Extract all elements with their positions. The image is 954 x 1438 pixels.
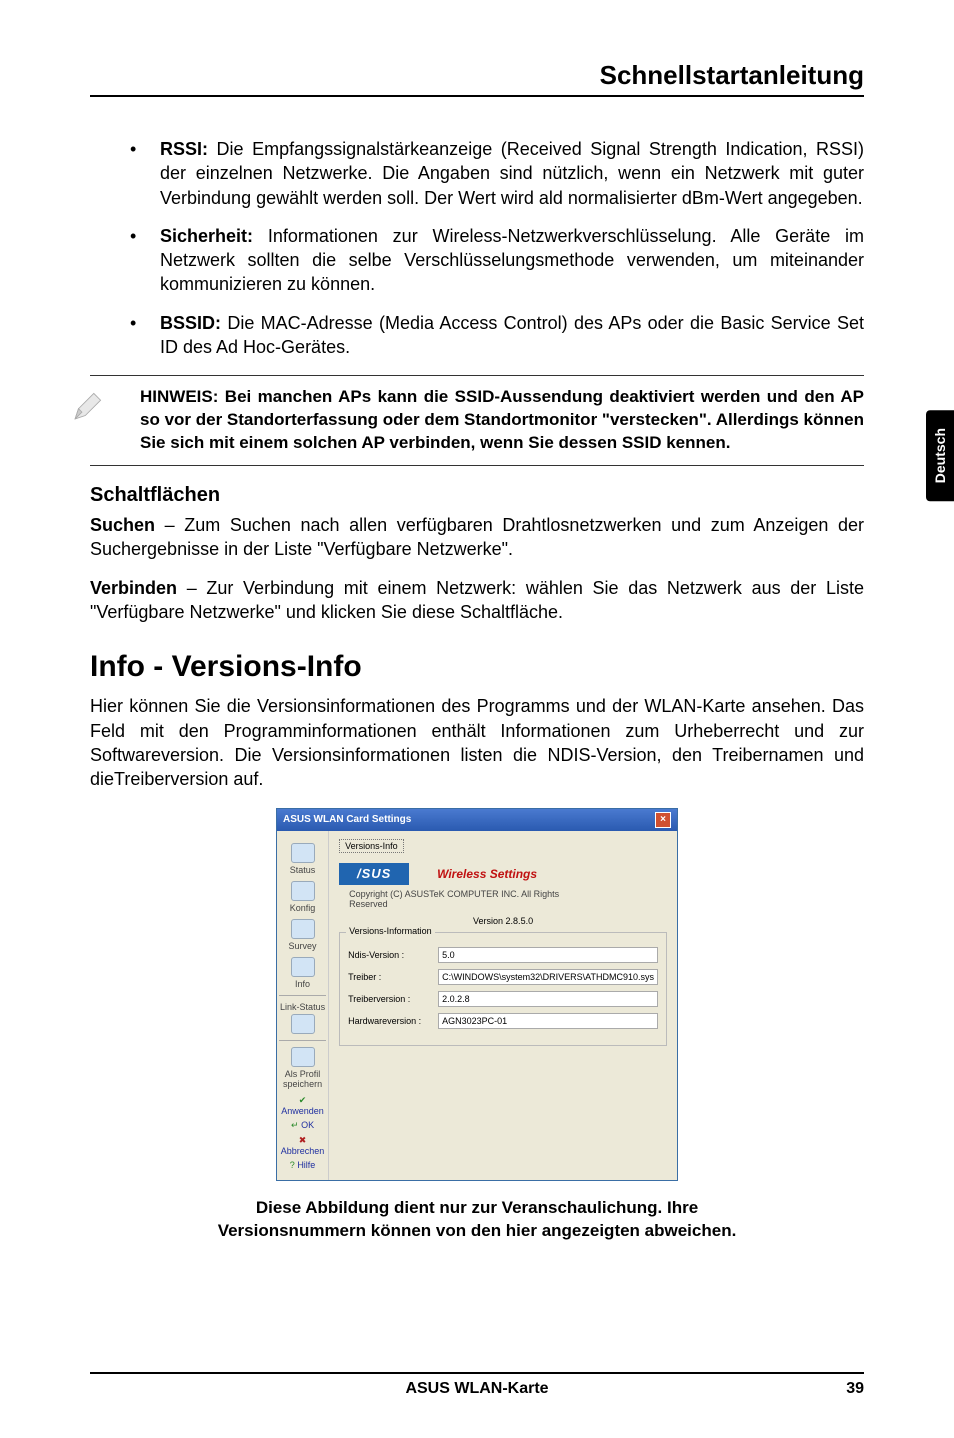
sidebar-item-konfig[interactable]: Konfig bbox=[279, 881, 326, 913]
field-value: 5.0 bbox=[438, 947, 658, 963]
group-versions-information: Versions-Information Ndis-Version : 5.0 … bbox=[339, 932, 667, 1046]
page-header-title: Schnellstartanleitung bbox=[90, 60, 864, 97]
copyright-line1: Copyright (C) ASUSTeK COMPUTER INC. All … bbox=[349, 889, 667, 900]
sidebar-label: Status bbox=[290, 865, 316, 875]
field-value: 2.0.2.8 bbox=[438, 991, 658, 1007]
field-label: Ndis-Version : bbox=[348, 950, 438, 960]
sidebar-item-saveprofile[interactable]: Als Profil speichern bbox=[279, 1047, 326, 1089]
sidebar-link-anwenden[interactable]: Anwenden bbox=[279, 1095, 326, 1116]
bullet-label: BSSID: bbox=[160, 313, 221, 333]
copyright-line2: Reserved bbox=[349, 899, 667, 910]
info-icon bbox=[291, 957, 315, 977]
bullet-text: Sicherheit: Informationen zur Wireless-N… bbox=[160, 224, 864, 297]
dialog-titlebar: ASUS WLAN Card Settings × bbox=[277, 809, 677, 831]
field-value: C:\WINDOWS\system32\DRIVERS\ATHDMC910.sy… bbox=[438, 969, 658, 985]
footer-page-number: 39 bbox=[846, 1380, 864, 1398]
sidebar-label: Link-Status bbox=[280, 1002, 325, 1012]
sidebar-item-linkstatus[interactable]: Link-Status bbox=[279, 1002, 326, 1034]
para-body: – Zum Suchen nach allen verfügbaren Drah… bbox=[90, 515, 864, 559]
dialog-screenshot: ASUS WLAN Card Settings × Status Konfig … bbox=[90, 808, 864, 1181]
konfig-icon bbox=[291, 881, 315, 901]
bullet-text: BSSID: Die MAC-Adresse (Media Access Con… bbox=[160, 311, 864, 360]
survey-icon bbox=[291, 919, 315, 939]
sidebar-label: Survey bbox=[289, 941, 317, 951]
sidebar-link-abbrechen[interactable]: Abbrechen bbox=[279, 1135, 326, 1156]
sidebar-link-ok[interactable]: OK bbox=[279, 1120, 326, 1131]
sidebar-item-survey[interactable]: Survey bbox=[279, 919, 326, 951]
bullet-item-bssid: • BSSID: Die MAC-Adresse (Media Access C… bbox=[130, 311, 864, 360]
bullet-dot: • bbox=[130, 137, 160, 210]
para-lead: Suchen bbox=[90, 515, 155, 535]
paragraph-suchen: Suchen – Zum Suchen nach allen verfügbar… bbox=[90, 513, 864, 562]
pencil-icon bbox=[70, 386, 120, 455]
close-icon[interactable]: × bbox=[655, 812, 671, 828]
bullet-body: Die MAC-Adresse (Media Access Control) d… bbox=[160, 313, 864, 357]
asus-wlan-settings-dialog: ASUS WLAN Card Settings × Status Konfig … bbox=[276, 808, 678, 1181]
para-lead: Verbinden bbox=[90, 578, 177, 598]
note-block: HINWEIS: Bei manchen APs kann die SSID-A… bbox=[90, 375, 864, 466]
footer-center: ASUS WLAN-Karte bbox=[405, 1380, 548, 1398]
sidebar-item-status[interactable]: Status bbox=[279, 843, 326, 875]
para-body: – Zur Verbindung mit einem Netzwerk: wäh… bbox=[90, 578, 864, 622]
field-hardwareversion: Hardwareversion : AGN3023PC-01 bbox=[348, 1013, 658, 1029]
bullet-list: • RSSI: Die Empfangssignalstärkeanzeige … bbox=[130, 137, 864, 359]
bullet-label: Sicherheit: bbox=[160, 226, 253, 246]
status-icon bbox=[291, 843, 315, 863]
asus-logo: /SUS bbox=[339, 863, 409, 885]
sidebar-label: Als Profil speichern bbox=[283, 1069, 322, 1089]
note-text: HINWEIS: Bei manchen APs kann die SSID-A… bbox=[140, 386, 864, 455]
field-label: Treiberversion : bbox=[348, 994, 438, 1004]
bullet-item-rssi: • RSSI: Die Empfangssignalstärkeanzeige … bbox=[130, 137, 864, 210]
bullet-text: RSSI: Die Empfangssignalstärkeanzeige (R… bbox=[160, 137, 864, 210]
bullet-dot: • bbox=[130, 311, 160, 360]
field-ndis: Ndis-Version : 5.0 bbox=[348, 947, 658, 963]
save-icon bbox=[291, 1047, 315, 1067]
field-label: Treiber : bbox=[348, 972, 438, 982]
dialog-main: Versions-Info /SUS Wireless Settings Cop… bbox=[329, 831, 677, 1180]
sidebar-link-hilfe[interactable]: Hilfe bbox=[279, 1160, 326, 1170]
bullet-body: Informationen zur Wireless-Netzwerkversc… bbox=[160, 226, 864, 295]
field-value: AGN3023PC-01 bbox=[438, 1013, 658, 1029]
page-footer: ASUS WLAN-Karte 39 bbox=[90, 1372, 864, 1398]
section-subtitle-schaltflaechen: Schaltflächen bbox=[90, 484, 864, 507]
linkstatus-icon bbox=[291, 1014, 315, 1034]
paragraph-intro: Hier können Sie die Versionsinformatione… bbox=[90, 694, 864, 791]
bullet-body: Die Empfangssignalstärkeanzeige (Receive… bbox=[160, 139, 864, 208]
wireless-settings-label: Wireless Settings bbox=[437, 867, 537, 881]
dialog-title-text: ASUS WLAN Card Settings bbox=[283, 814, 411, 825]
field-label: Hardwareversion : bbox=[348, 1016, 438, 1026]
tab-versions-info[interactable]: Versions-Info bbox=[339, 839, 404, 853]
bullet-dot: • bbox=[130, 224, 160, 297]
heading-info-versions-info: Info - Versions-Info bbox=[90, 650, 864, 684]
bullet-item-sicherheit: • Sicherheit: Informationen zur Wireless… bbox=[130, 224, 864, 297]
sidebar-label: Konfig bbox=[290, 903, 316, 913]
group-label: Versions-Information bbox=[346, 926, 435, 936]
field-treiber: Treiber : C:\WINDOWS\system32\DRIVERS\AT… bbox=[348, 969, 658, 985]
figure-caption: Diese Abbildung dient nur zur Veranschau… bbox=[217, 1197, 737, 1243]
dialog-sidebar: Status Konfig Survey Info Link-Status Al… bbox=[277, 831, 329, 1180]
program-version-label: Version 2.8.5.0 bbox=[339, 916, 667, 926]
sidebar-label: Info bbox=[295, 979, 310, 989]
paragraph-verbinden: Verbinden – Zur Verbindung mit einem Net… bbox=[90, 576, 864, 625]
bullet-label: RSSI: bbox=[160, 139, 208, 159]
sidebar-item-info[interactable]: Info bbox=[279, 957, 326, 989]
field-treiberversion: Treiberversion : 2.0.2.8 bbox=[348, 991, 658, 1007]
